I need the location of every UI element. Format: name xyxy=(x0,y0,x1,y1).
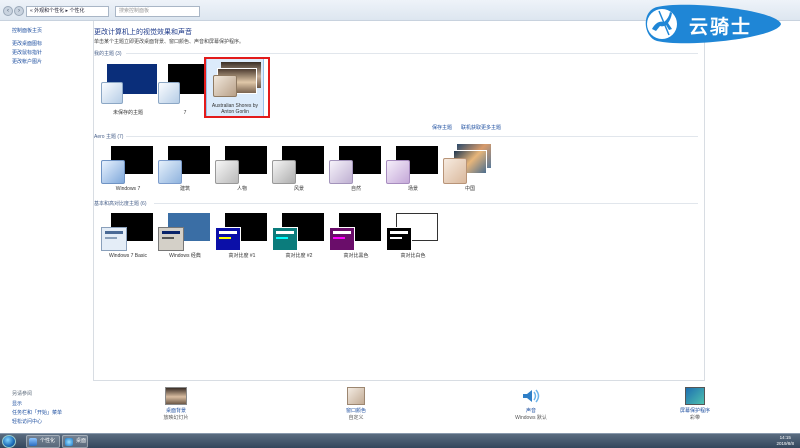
theme-label: 场景 xyxy=(407,186,418,192)
browser-icon xyxy=(65,438,73,446)
setting-label: 桌面背景 xyxy=(165,408,186,414)
theme-high-contrast-white[interactable]: 高对比白色 xyxy=(384,213,442,277)
theme-high-contrast-black[interactable]: 高对比黑色 xyxy=(327,213,385,277)
theme-label: Windows 7 Basic xyxy=(108,253,148,259)
window-color-swatch xyxy=(215,227,241,251)
window-color-swatch xyxy=(386,160,410,184)
theme-windows7-basic[interactable]: Windows 7 Basic xyxy=(99,213,157,277)
sidebar-item-taskbar[interactable]: 任务栏和「开始」菜单 xyxy=(12,409,62,416)
setting-label: 声音 xyxy=(525,408,536,414)
sounds-button[interactable]: 声音 Windows 默认 xyxy=(476,387,586,421)
window-color-swatch xyxy=(386,227,412,251)
window-color-swatch xyxy=(272,160,296,184)
desktop-background-icon xyxy=(165,387,187,405)
window-color-swatch xyxy=(101,82,123,104)
window-color-swatch xyxy=(443,158,467,184)
aero-themes-header: Aero 主题 (7) xyxy=(94,134,124,140)
sidebar-item-display[interactable]: 显示 xyxy=(12,400,22,407)
window-color-swatch xyxy=(101,160,125,184)
theme-scenes[interactable]: 场景 xyxy=(384,146,442,210)
sidebar-item-mouse-pointer[interactable]: 更改鼠标指针 xyxy=(12,49,42,56)
theme-label: 风景 xyxy=(293,186,304,192)
divider xyxy=(154,203,698,204)
taskbar: 个性化 桌面 14:15 2019/8/8 xyxy=(0,433,800,448)
start-button[interactable] xyxy=(2,435,16,448)
theme-china[interactable]: 中国 xyxy=(441,144,499,208)
desktop-background-button[interactable]: 桌面背景 放映幻灯片 xyxy=(121,387,231,421)
theme-label: 自然 xyxy=(350,186,361,192)
theme-label: Windows 7 xyxy=(115,186,141,192)
screen-saver-button[interactable]: 屏幕保护程序 彩带 xyxy=(640,387,750,421)
see-also-heading: 另请参阅 xyxy=(12,391,33,397)
setting-value: Windows 默认 xyxy=(515,415,547,421)
theme-label: 高对比度 #1 xyxy=(228,253,256,259)
window-color-swatch xyxy=(158,82,180,104)
basic-themes-header: 基本和高对比度主题 (6) xyxy=(94,201,147,207)
theme-label: 高对比白色 xyxy=(400,253,426,259)
window-color-swatch xyxy=(272,227,298,251)
sidebar: 控制面板主页 更改桌面图标 更改鼠标指针 更改帐户图片 另请参阅 显示 任务栏和… xyxy=(0,21,88,433)
save-theme-link[interactable]: 保存主题 xyxy=(432,124,452,131)
setting-label: 窗口颜色 xyxy=(345,408,366,414)
forward-icon[interactable]: › xyxy=(14,6,24,16)
window-color-button[interactable]: 窗口颜色 自定义 xyxy=(301,387,411,421)
theme-high-contrast-2[interactable]: 高对比度 #2 xyxy=(270,213,328,277)
divider xyxy=(126,136,698,137)
theme-high-contrast-1[interactable]: 高对比度 #1 xyxy=(213,213,271,277)
control-panel-icon xyxy=(29,438,37,446)
my-themes-header: 我的主题 (3) xyxy=(94,51,122,57)
taskbar-item-label: 桌面 xyxy=(76,438,87,444)
theme-settings-bar: 桌面背景 放映幻灯片 窗口颜色 自定义 声音 Windows 默认 屏幕保护程序… xyxy=(93,381,710,433)
theme-label: 高对比度 #2 xyxy=(285,253,313,259)
taskbar-item-personalization[interactable]: 个性化 xyxy=(26,435,60,448)
clock-date: 2019/8/8 xyxy=(776,441,794,446)
breadcrumb[interactable]: « 外观和个性化 ▸ 个性化 xyxy=(26,6,109,17)
sidebar-item-account-picture[interactable]: 更改帐户图片 xyxy=(12,58,42,65)
back-icon[interactable]: ‹ xyxy=(3,6,13,16)
window-color-swatch xyxy=(101,227,127,251)
setting-value: 彩带 xyxy=(689,415,700,421)
theme-windows-classic[interactable]: Windows 经典 xyxy=(156,213,214,277)
window-color-swatch xyxy=(215,160,239,184)
window-color-icon xyxy=(347,387,365,405)
monitor-icon xyxy=(685,387,705,405)
window-color-swatch xyxy=(329,227,355,251)
page-subtitle: 单击某个主题立即更改桌面背景、窗口颜色、声音和屏幕保护程序。 xyxy=(94,39,245,45)
search-input[interactable]: 搜索控制面板 xyxy=(115,6,200,17)
taskbar-item-desktop[interactable]: 桌面 xyxy=(62,435,88,448)
clock[interactable]: 14:15 2019/8/8 xyxy=(776,435,794,447)
theme-label: 建筑 xyxy=(179,186,190,192)
theme-label: 未保存的主题 xyxy=(112,110,143,116)
window-color-swatch xyxy=(158,227,184,251)
taskbar-item-label: 个性化 xyxy=(40,438,56,444)
setting-value: 放映幻灯片 xyxy=(163,415,189,421)
control-panel-window: ‹ › « 外观和个性化 ▸ 个性化 搜索控制面板 控制面板主页 更改桌面图标 … xyxy=(0,0,800,433)
window-color-swatch xyxy=(158,160,182,184)
page-title: 更改计算机上的视觉效果和声音 xyxy=(94,29,192,36)
logo-text: 云骑士 xyxy=(689,16,753,38)
highlight-box xyxy=(204,57,270,118)
theme-nature[interactable]: 自然 xyxy=(327,146,385,210)
theme-landscapes[interactable]: 风景 xyxy=(270,146,328,210)
setting-value: 自定义 xyxy=(348,415,364,421)
sidebar-item-home[interactable]: 控制面板主页 xyxy=(12,27,42,34)
theme-architecture[interactable]: 建筑 xyxy=(156,146,214,210)
sidebar-item-desktop-icons[interactable]: 更改桌面图标 xyxy=(12,40,42,47)
sidebar-item-ease-of-access[interactable]: 轻松访问中心 xyxy=(12,418,42,425)
divider xyxy=(126,53,698,54)
theme-panel: 更改计算机上的视觉效果和声音 单击某个主题立即更改桌面背景、窗口颜色、声音和屏幕… xyxy=(93,21,705,381)
theme-label: 人物 xyxy=(236,186,247,192)
window-color-swatch xyxy=(329,160,353,184)
theme-label: 高对比黑色 xyxy=(343,253,369,259)
speaker-icon xyxy=(520,387,542,405)
theme-characters[interactable]: 人物 xyxy=(213,146,271,210)
theme-label: 中国 xyxy=(464,186,475,192)
theme-unsaved[interactable]: 未保存的主题 xyxy=(99,64,157,128)
get-more-themes-link[interactable]: 联机获取更多主题 xyxy=(461,124,501,131)
theme-label: Windows 经典 xyxy=(169,253,201,259)
setting-label: 屏幕保护程序 xyxy=(679,408,710,414)
